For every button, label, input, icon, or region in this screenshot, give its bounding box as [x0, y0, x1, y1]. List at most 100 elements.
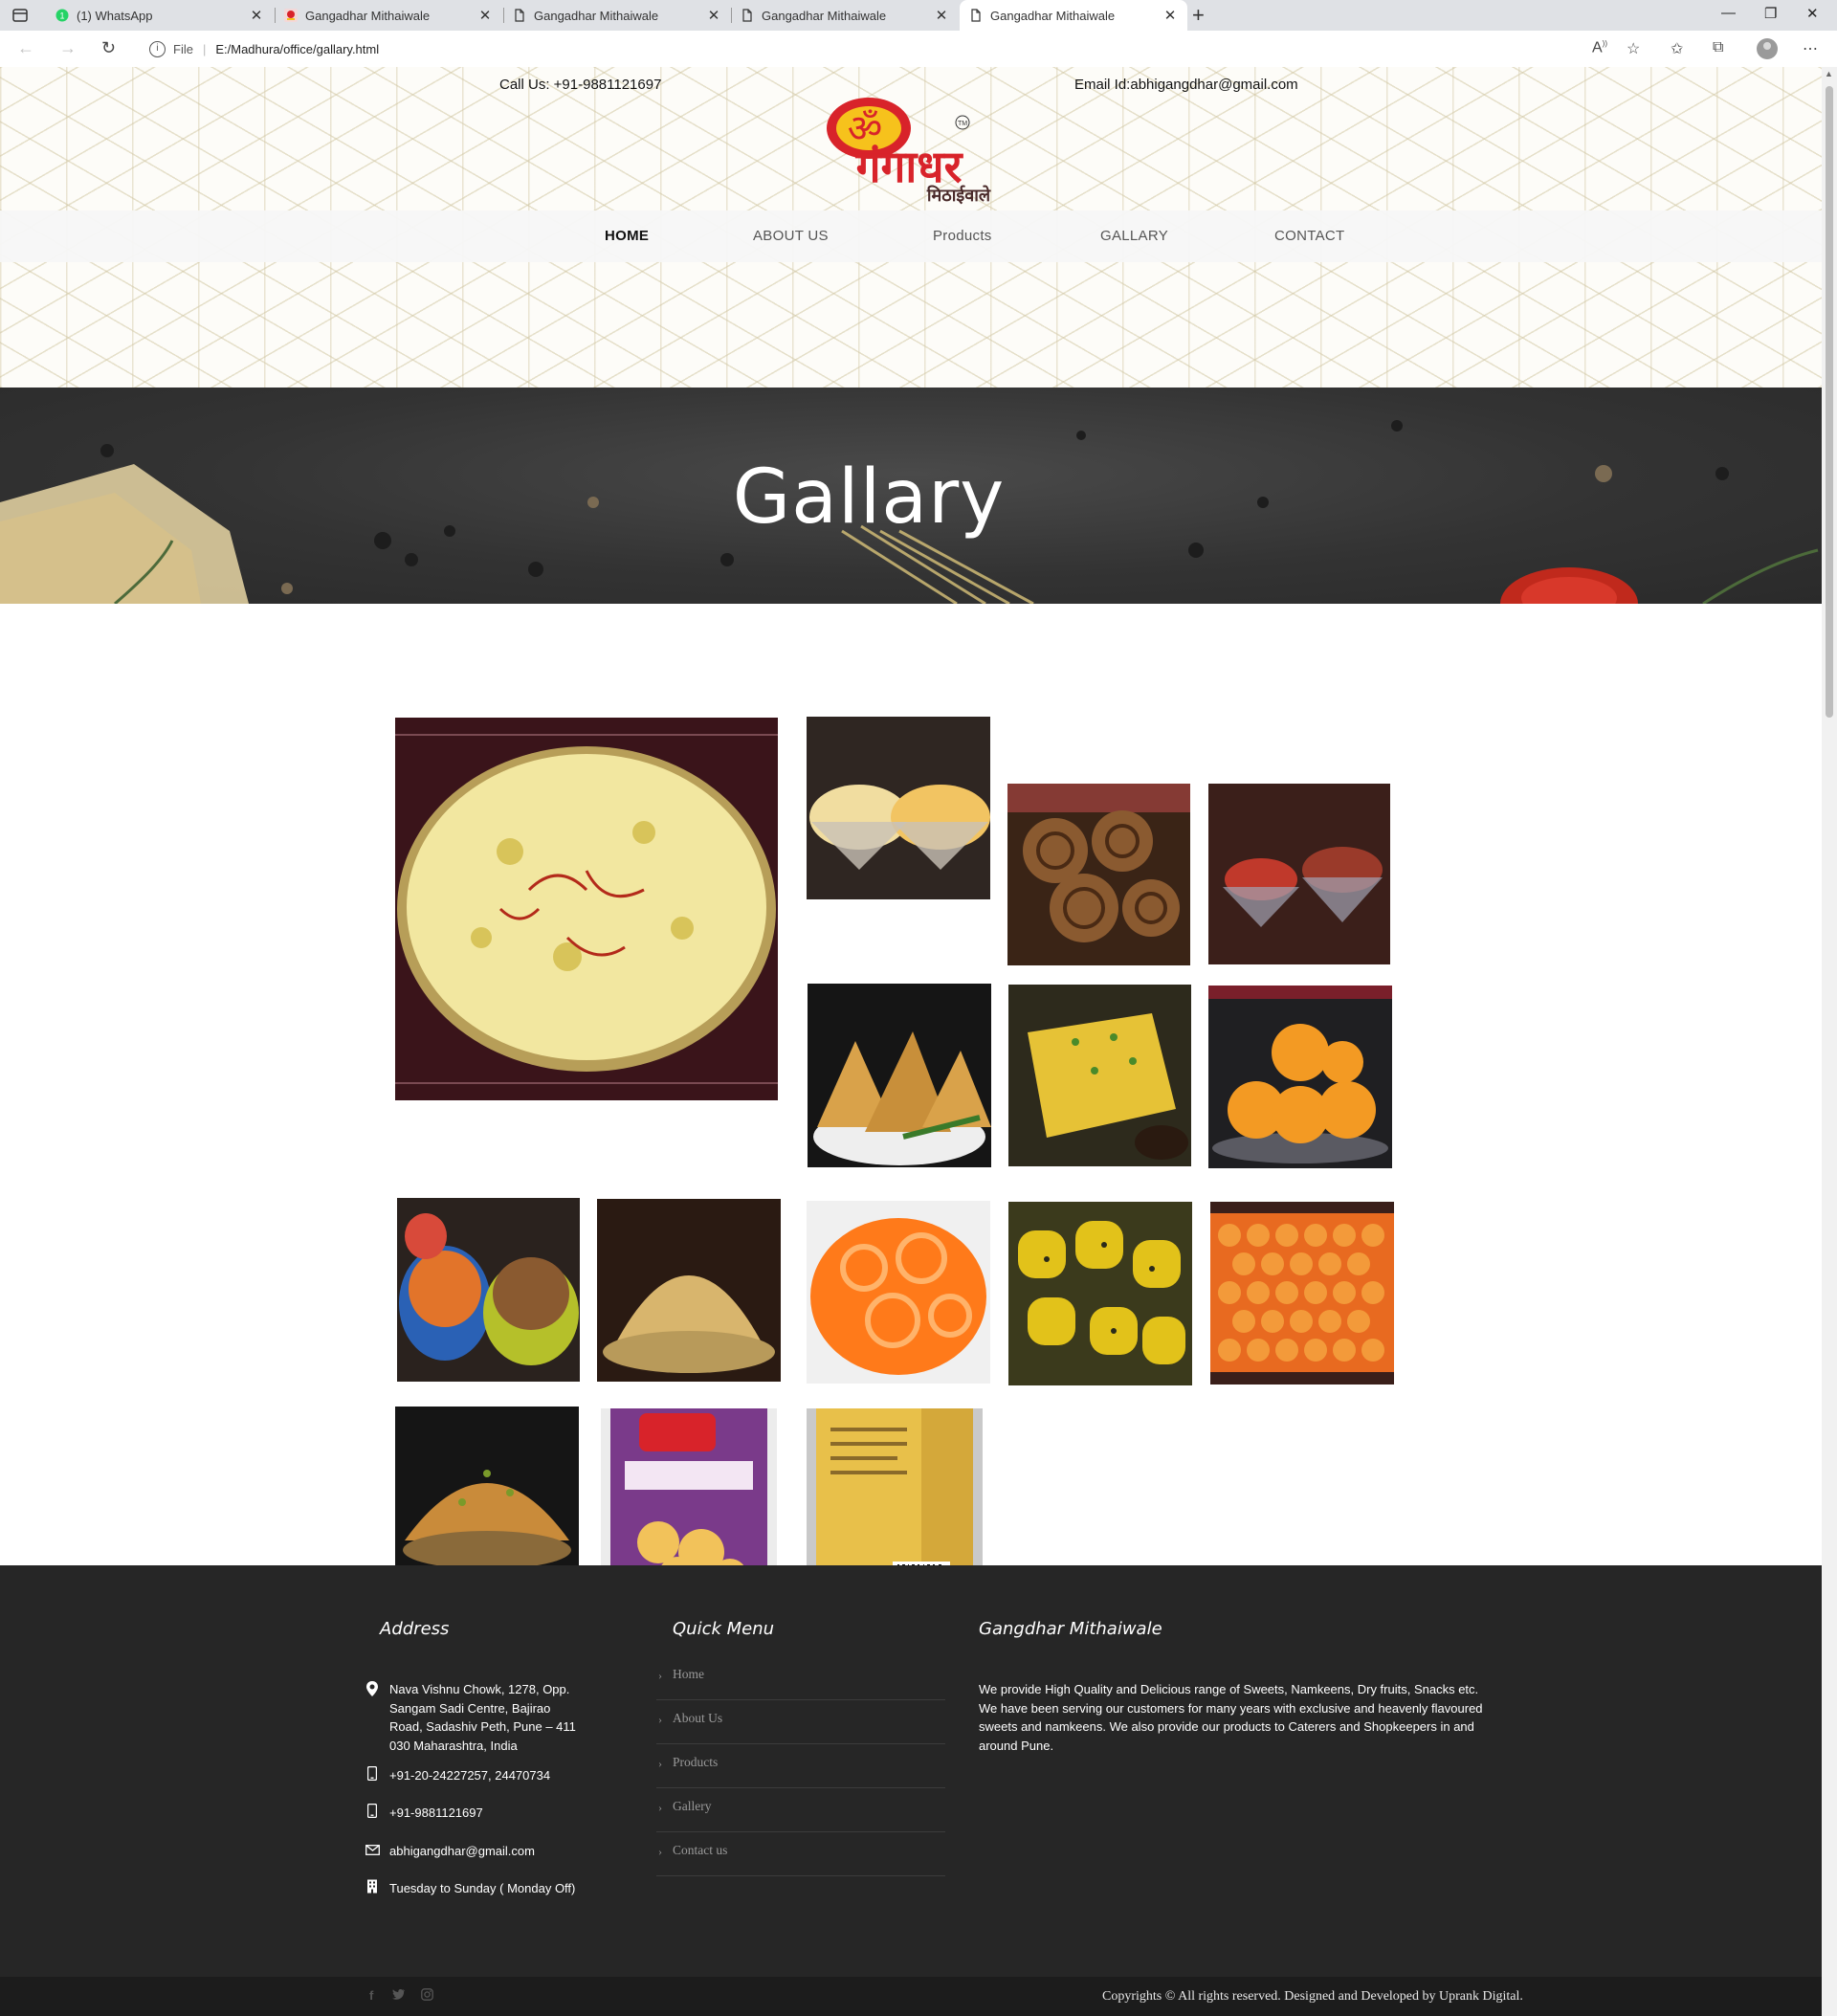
footer-bottom-bar: f Copyrights © All rights reserved. Desi…	[0, 1977, 1822, 2016]
quick-link-contact-us[interactable]: › Contact us	[656, 1833, 945, 1876]
page-icon	[515, 9, 524, 22]
tab-title: Gangadhar Mithaiwale	[534, 8, 659, 23]
footer-address-title: Address	[380, 1619, 450, 1639]
gallery-image-dhokla[interactable]	[1008, 985, 1191, 1166]
gallery-image-motichoor-laddoo[interactable]	[1208, 986, 1392, 1168]
site-footer: Address Quick Menu Gangdhar Mithaiwale N…	[0, 1565, 1822, 1977]
scrollbar-thumb[interactable]	[1826, 86, 1833, 718]
page-viewport: Call Us: +91-9881121697 Email Id:abhigan…	[0, 67, 1822, 2016]
gallery-image-shrikhand-cups[interactable]	[807, 717, 990, 899]
browser-tab-whatsapp[interactable]: 1 (1) WhatsApp ✕	[46, 0, 274, 31]
browser-tab-active[interactable]: Gangadhar Mithaiwale ✕	[960, 0, 1187, 31]
nav-home[interactable]: HOME	[605, 228, 649, 244]
back-icon[interactable]: ←	[17, 38, 34, 58]
gallery-image-laddoo-tray[interactable]	[1210, 1202, 1394, 1385]
gallery-image-namkeen-bowls[interactable]	[397, 1198, 580, 1382]
footer-quick-menu-title: Quick Menu	[673, 1619, 775, 1639]
email-row: abhigangdhar@gmail.com	[362, 1842, 535, 1861]
gallery-image-jalebi[interactable]	[807, 1201, 990, 1384]
page-banner: Gallary	[0, 388, 1822, 604]
close-tab-icon[interactable]: ✕	[477, 7, 493, 24]
site-logo[interactable]: ॐ गंगाधर मिठाईवाले TM	[813, 94, 1005, 209]
browser-tab-bar: 1 (1) WhatsApp ✕ Gangadhar Mithaiwale ✕ …	[0, 0, 1837, 31]
close-tab-icon[interactable]: ✕	[249, 7, 264, 24]
twitter-icon[interactable]	[392, 1988, 406, 2003]
quick-link-gallery[interactable]: › Gallery	[656, 1789, 945, 1832]
instagram-icon[interactable]	[421, 1988, 433, 2004]
close-tab-icon[interactable]: ✕	[706, 7, 721, 24]
email-text: Email Id:abhigangdhar@gmail.com	[1074, 77, 1298, 93]
quick-link-about-us[interactable]: › About Us	[656, 1701, 945, 1744]
quick-link-products[interactable]: › Products	[656, 1745, 945, 1788]
restore-icon[interactable]: ❐	[1764, 5, 1777, 22]
favorites-icon[interactable]: ✩	[1671, 39, 1683, 58]
chevron-right-icon: ›	[658, 1801, 662, 1814]
nav-products[interactable]: Products	[933, 228, 992, 244]
whatsapp-icon: 1	[55, 9, 69, 22]
gallery-image-chivda[interactable]	[395, 1407, 579, 1590]
gallery-image-khandvi[interactable]	[1008, 1202, 1192, 1385]
url-divider: |	[202, 41, 207, 56]
read-aloud-icon[interactable]: A))	[1592, 39, 1607, 56]
close-tab-icon[interactable]: ✕	[934, 7, 949, 24]
browser-tab[interactable]: Gangadhar Mithaiwale ✕	[503, 0, 731, 31]
url-field[interactable]: i File | E:/Madhura/office/gallary.html	[140, 35, 1632, 62]
page-icon	[971, 9, 981, 22]
profile-avatar[interactable]	[1757, 38, 1778, 59]
tab-title: Gangadhar Mithaiwale	[762, 8, 887, 23]
collections-icon[interactable]: ⧉	[1713, 39, 1723, 56]
browser-address-bar: ← → ↻ i File | E:/Madhura/office/gallary…	[0, 31, 1837, 68]
browser-tab[interactable]: Gangadhar Mithaiwale ✕	[731, 0, 959, 31]
tab-title: (1) WhatsApp	[77, 8, 153, 23]
envelope-icon	[362, 1842, 383, 1861]
new-tab-icon[interactable]: +	[1192, 3, 1205, 28]
quick-link-home[interactable]: › Home	[656, 1657, 945, 1700]
more-options-icon[interactable]: ⋯	[1803, 39, 1818, 58]
browser-tab[interactable]: Gangadhar Mithaiwale ✕	[275, 0, 502, 31]
landline-row: +91-20-24227257, 24470734	[362, 1765, 551, 1786]
scroll-up-icon[interactable]: ▲	[1825, 69, 1833, 78]
gallery-image-sev[interactable]	[597, 1199, 781, 1382]
tab-title: Gangadhar Mithaiwale	[990, 8, 1116, 23]
gallery-image-samosa[interactable]	[808, 984, 991, 1167]
facebook-icon[interactable]: f	[369, 1988, 373, 2003]
landline-numbers: +91-20-24227257, 24470734	[389, 1768, 551, 1783]
phone-icon	[362, 1765, 383, 1786]
gallery-image-gulab-jamun-bowls[interactable]	[1208, 784, 1390, 964]
gallery-image-bakarwadi[interactable]	[1007, 784, 1190, 965]
nav-gallary[interactable]: GALLARY	[1100, 228, 1168, 244]
reload-icon[interactable]: ↻	[101, 38, 116, 58]
opening-hours: Tuesday to Sunday ( Monday Off)	[389, 1881, 576, 1895]
close-window-icon[interactable]: ✕	[1806, 5, 1819, 22]
location-pin-icon	[362, 1680, 383, 1755]
close-tab-icon[interactable]: ✕	[1162, 7, 1178, 24]
mobile-icon	[362, 1803, 383, 1824]
mobile-number: +91-9881121697	[389, 1806, 483, 1820]
logo-subtitle: मिठाईवाले	[926, 185, 991, 206]
address-line: Sangam Sadi Centre, Bajirao	[389, 1700, 551, 1716]
banner-title: Gallary	[732, 454, 1006, 541]
site-info-icon[interactable]: i	[149, 40, 166, 57]
chevron-right-icon: ›	[658, 1757, 662, 1770]
site-header: Call Us: +91-9881121697 Email Id:abhigan…	[0, 67, 1822, 388]
footer-email[interactable]: abhigangdhar@gmail.com	[389, 1842, 535, 1861]
hours-row: Tuesday to Sunday ( Monday Off)	[362, 1879, 575, 1899]
mobile-row: +91-9881121697	[362, 1803, 483, 1824]
address-line: Road, Sadashiv Peth, Pune – 411	[389, 1719, 576, 1734]
call-us-text: Call Us: +91-9881121697	[499, 77, 662, 93]
add-favorite-icon[interactable]: ☆	[1627, 39, 1640, 58]
url-text[interactable]: E:/Madhura/office/gallary.html	[215, 42, 379, 56]
page-scrollbar[interactable]: ▲	[1822, 67, 1837, 2016]
nav-contact[interactable]: CONTACT	[1274, 228, 1344, 244]
forward-icon[interactable]: →	[59, 38, 77, 58]
gallery-image-basundi[interactable]	[395, 718, 778, 1100]
nav-about-us[interactable]: ABOUT US	[753, 228, 829, 244]
svg-text:1: 1	[59, 11, 64, 21]
tab-actions-icon[interactable]	[11, 7, 29, 24]
chevron-right-icon: ›	[658, 1713, 662, 1726]
address-lines: Nava Vishnu Chowk, 1278, Opp. Sangam Sad…	[389, 1680, 576, 1755]
address-block: Nava Vishnu Chowk, 1278, Opp. Sangam Sad…	[362, 1680, 576, 1755]
url-scheme: File	[173, 41, 193, 56]
about-description: We provide High Quality and Delicious ra…	[979, 1682, 1483, 1753]
minimize-icon[interactable]: —	[1721, 5, 1736, 21]
